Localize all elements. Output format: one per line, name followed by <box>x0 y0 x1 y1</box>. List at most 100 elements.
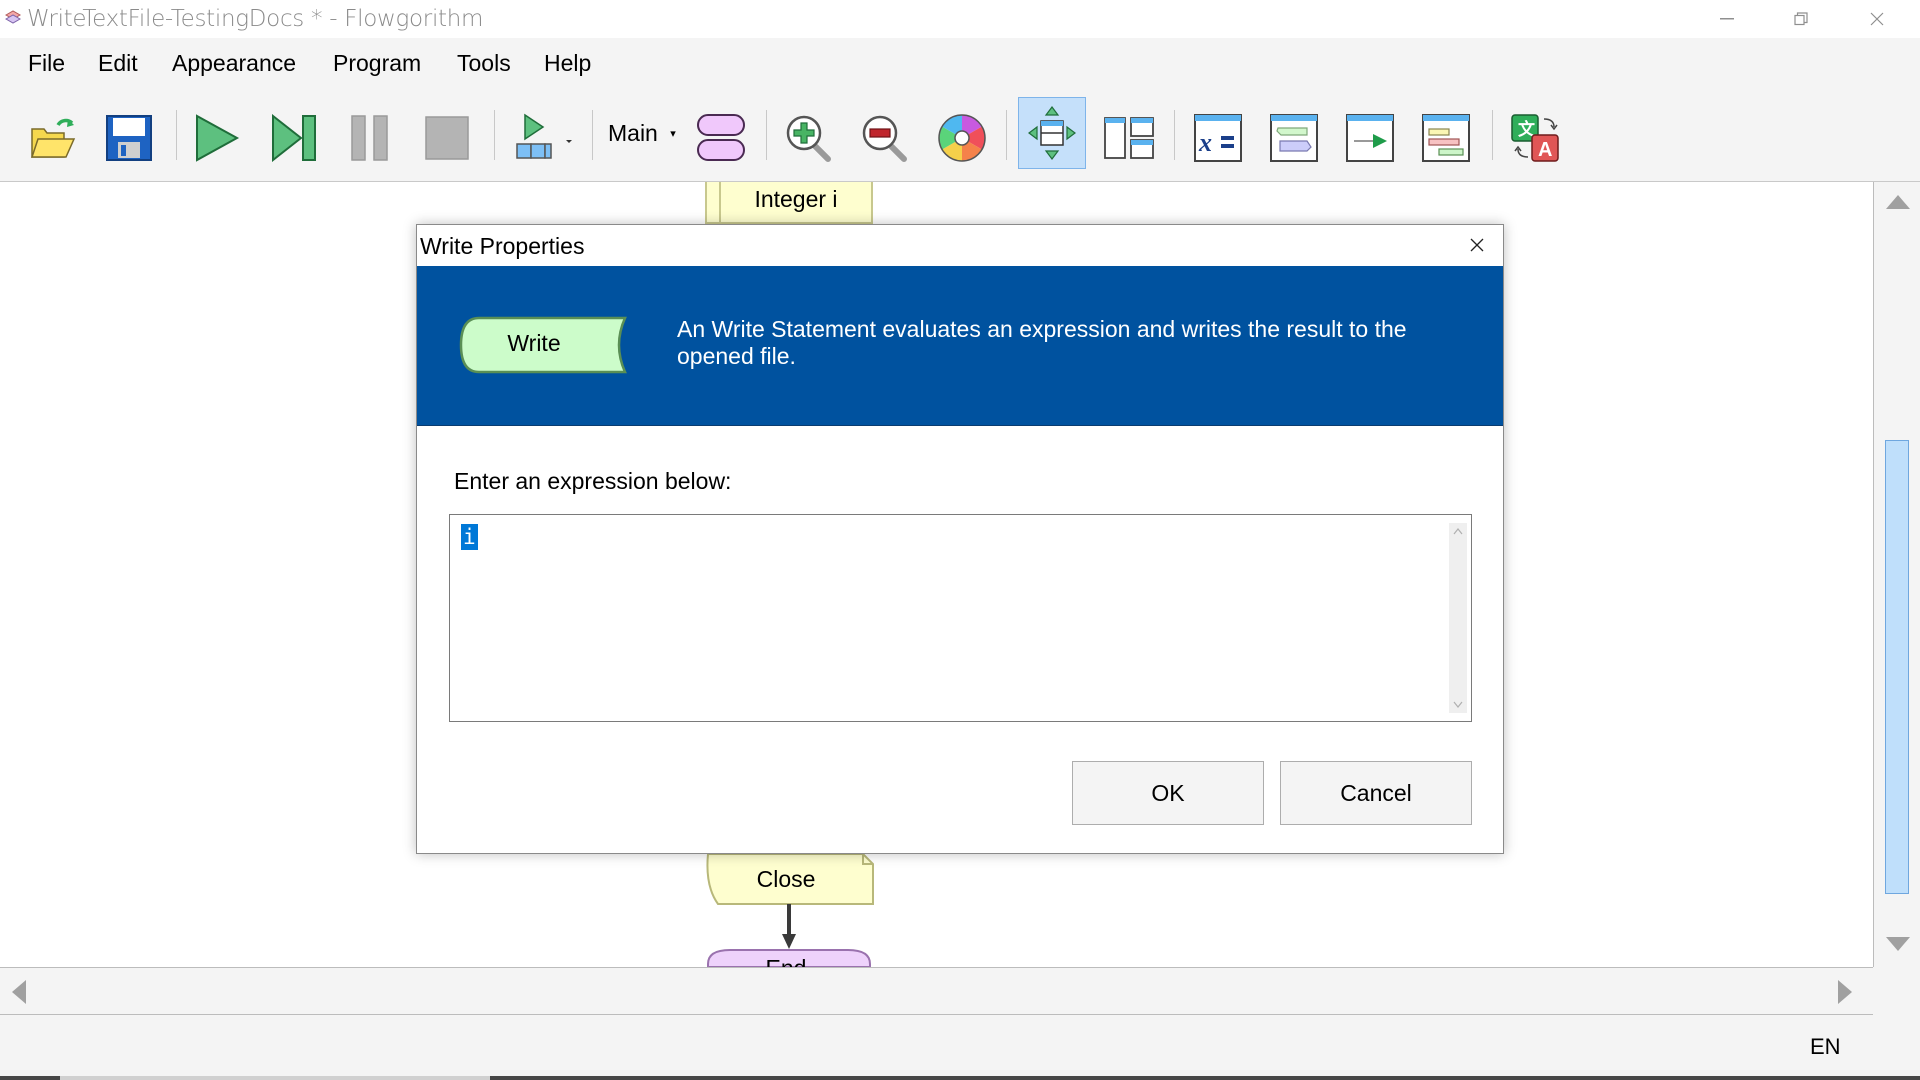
minimize-icon <box>1720 18 1734 20</box>
vertical-scrollbar[interactable] <box>1873 182 1920 967</box>
close-window-button[interactable] <box>1842 0 1912 38</box>
menu-appearance[interactable]: Appearance <box>172 50 296 77</box>
toolbar-separator <box>1174 110 1175 160</box>
expression-value[interactable]: i <box>461 524 478 550</box>
ok-button[interactable]: OK <box>1072 761 1264 825</box>
layout-center-icon <box>1028 106 1076 160</box>
close-icon <box>1870 12 1884 26</box>
flowchart-connectors <box>706 853 874 967</box>
zoom-in-button[interactable] <box>778 107 840 169</box>
toolbar-separator <box>1492 110 1493 160</box>
run-speed-button[interactable] <box>508 107 580 169</box>
title-bar: WriteTextFile-TestingDocs * - Flowgorith… <box>0 0 1920 38</box>
run-speed-icon <box>516 113 572 159</box>
chart-icon <box>1422 114 1470 162</box>
declare-shape-label: Integer i <box>754 186 838 212</box>
vertical-scrollbar-thumb[interactable] <box>1885 440 1909 894</box>
zoom-out-button[interactable] <box>854 107 916 169</box>
cancel-button[interactable]: Cancel <box>1280 761 1472 825</box>
end-shape-label-text: End <box>766 957 807 967</box>
language-button[interactable]: 文 A <box>1505 107 1567 169</box>
menu-file[interactable]: File <box>28 50 65 77</box>
chevron-down-icon: ▾ <box>670 128 676 140</box>
toolbar: Main ▾ x 文 A <box>0 90 1920 182</box>
write-properties-dialog: Write Properties Write An Write Statemen… <box>416 224 1504 854</box>
pause-button[interactable] <box>340 107 402 169</box>
functions-icon <box>697 114 745 161</box>
window-title: WriteTextFile-TestingDocs * - Flowgorith… <box>27 6 484 32</box>
run-button[interactable] <box>186 107 248 169</box>
restore-icon <box>1794 12 1808 26</box>
console-button[interactable] <box>1263 107 1325 169</box>
toolbar-separator <box>176 110 177 160</box>
scroll-left-icon[interactable] <box>12 980 26 1004</box>
source-code-icon <box>1346 114 1394 162</box>
scroll-up-icon[interactable] <box>1453 528 1463 535</box>
toolbar-separator <box>1006 110 1007 160</box>
source-code-button[interactable] <box>1339 107 1401 169</box>
stop-button[interactable] <box>416 107 478 169</box>
chevron-down-icon <box>566 140 572 143</box>
flowchart-declare-shape[interactable]: Integer i <box>705 182 873 224</box>
close-icon <box>1470 238 1484 252</box>
svg-text:x: x <box>1198 128 1212 157</box>
scroll-up-icon[interactable] <box>1886 195 1910 209</box>
stop-icon <box>425 116 469 160</box>
taskbar-item <box>60 1076 490 1080</box>
dialog-title: Write Properties <box>420 233 585 259</box>
arrow-down-icon <box>782 934 796 949</box>
end-shape-label: End <box>700 957 872 967</box>
translate-icon: 文 A <box>1511 114 1559 162</box>
save-button[interactable] <box>98 107 160 169</box>
function-selector-value: Main <box>608 120 658 146</box>
language-indicator: EN <box>1810 1034 1841 1059</box>
horizontal-scrollbar[interactable] <box>0 967 1873 1015</box>
toolbar-separator <box>592 110 593 160</box>
open-icon <box>30 118 76 158</box>
chart-button[interactable] <box>1415 107 1477 169</box>
dialog-header-banner: Write An Write Statement evaluates an ex… <box>417 266 1503 426</box>
expression-scrollbar[interactable] <box>1449 523 1467 713</box>
step-icon <box>272 114 316 162</box>
dialog-close-button[interactable] <box>1465 233 1489 257</box>
open-button[interactable] <box>22 107 84 169</box>
close-shape-label: Close <box>756 866 816 892</box>
variable-watch-icon: x <box>1194 114 1242 162</box>
step-button[interactable] <box>264 107 326 169</box>
layout-button[interactable] <box>1018 97 1086 169</box>
play-icon <box>196 114 240 162</box>
dialog-description: An Write Statement evaluates an expressi… <box>677 316 1407 369</box>
menu-program[interactable]: Program <box>333 50 421 77</box>
zoom-in-icon <box>786 115 831 162</box>
functions-button[interactable] <box>690 107 752 169</box>
dialog-title-bar: Write Properties <box>417 225 1503 266</box>
windows-layout-icon <box>1104 117 1154 159</box>
restore-button[interactable] <box>1766 0 1836 38</box>
minimize-button[interactable] <box>1692 0 1762 38</box>
expression-input[interactable]: i <box>449 514 1472 722</box>
menu-bar: File Edit Appearance Program Tools Help <box>0 38 1920 90</box>
scroll-down-icon[interactable] <box>1886 937 1910 951</box>
pause-icon <box>351 115 388 161</box>
scroll-right-icon[interactable] <box>1838 980 1852 1004</box>
variable-watch-button[interactable]: x <box>1187 107 1249 169</box>
write-shape-label: Write <box>507 330 561 356</box>
toolbar-separator <box>494 110 495 160</box>
menu-tools[interactable]: Tools <box>457 50 511 77</box>
menu-edit[interactable]: Edit <box>98 50 138 77</box>
windows-layout-button[interactable] <box>1098 107 1160 169</box>
color-scheme-button[interactable] <box>931 107 993 169</box>
expression-prompt: Enter an expression below: <box>454 468 732 494</box>
menu-help[interactable]: Help <box>544 50 591 77</box>
toolbar-separator <box>766 110 767 160</box>
function-selector-dropdown[interactable]: Main ▾ <box>608 120 676 147</box>
color-wheel-icon <box>938 114 986 162</box>
status-bar: EN <box>0 1015 1920 1075</box>
zoom-out-icon <box>862 115 907 162</box>
save-icon <box>106 115 152 161</box>
svg-text:A: A <box>1538 139 1552 161</box>
flowgorithm-app-icon <box>4 10 22 24</box>
scroll-down-icon[interactable] <box>1453 701 1463 708</box>
console-icon <box>1270 114 1318 162</box>
taskbar-strip <box>0 1076 1920 1080</box>
